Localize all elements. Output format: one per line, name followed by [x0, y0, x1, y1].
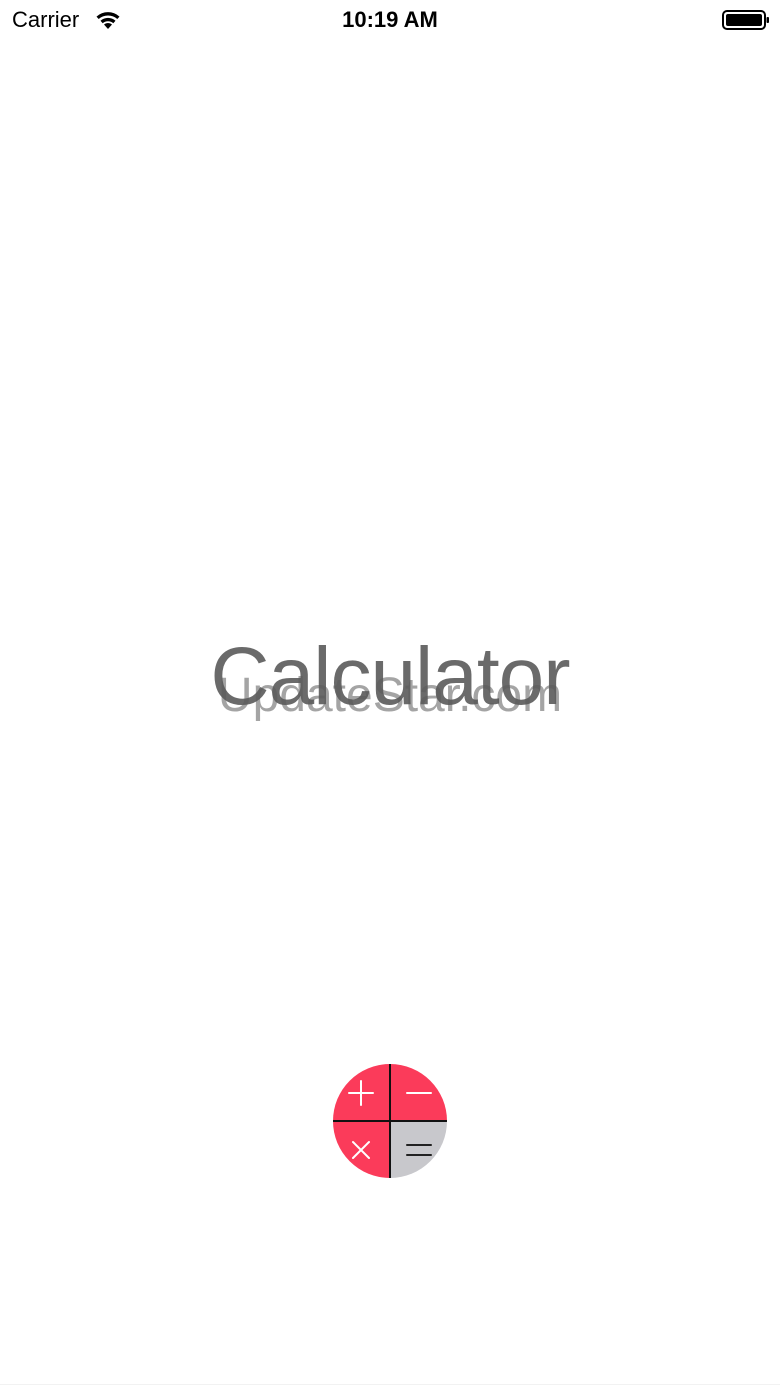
- calculator-logo-icon: [333, 1064, 447, 1178]
- logo-quadrant-equals: [390, 1121, 447, 1178]
- battery-icon: [722, 10, 769, 30]
- status-time: 10:19 AM: [342, 7, 438, 32]
- bottom-divider: [0, 1384, 780, 1385]
- status-bar: Carrier 10:19 AM: [0, 0, 780, 40]
- app-screen: Carrier 10:19 AM Calculator UpdateStar.c…: [0, 0, 780, 1387]
- watermark-text: UpdateStar.com: [217, 669, 563, 722]
